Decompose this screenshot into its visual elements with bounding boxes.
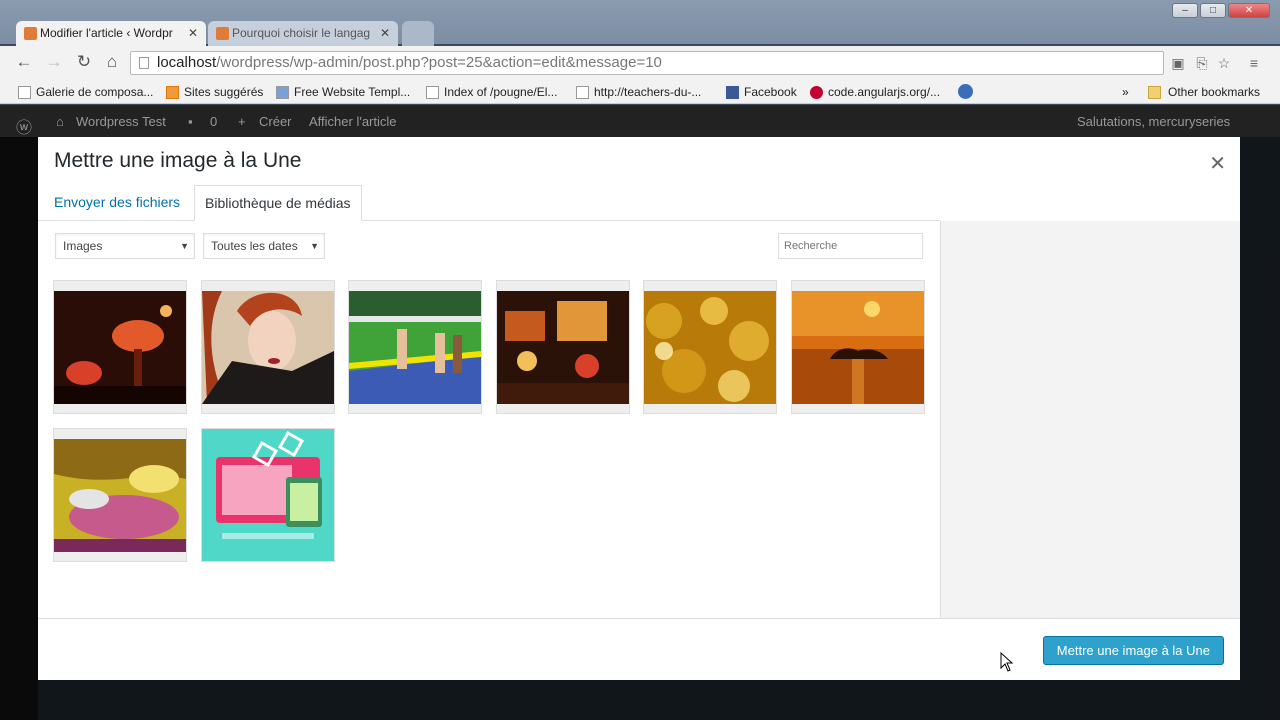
dropdown-arrow-icon: ▼ [310,241,319,251]
media-router: Envoyer des fichiers Bibliothèque de méd… [38,185,940,221]
suggested-sites-icon [166,86,179,99]
site-name[interactable]: Wordpress Test [76,114,166,129]
maximize-button[interactable]: □ [1200,3,1226,18]
thumbnail-image [792,291,924,404]
media-toolbar: Mettre une image à la Une [38,618,1240,680]
comments-icon[interactable]: ▪ [188,114,193,129]
tab-close-icon[interactable]: ✕ [188,21,198,45]
other-bookmarks[interactable]: Other bookmarks [1148,84,1260,100]
bookmark-item[interactable] [958,84,973,103]
page-icon [576,86,589,99]
media-item-abstract-paint[interactable] [54,429,186,561]
tab-pourquoi[interactable]: Pourquoi choisir le langag ✕ [208,21,398,46]
tab-title: Modifier l'article ‹ Wordpr [40,26,173,40]
dropdown-arrow-icon: ▼ [180,241,189,251]
window-controls: – □ ✕ [1172,3,1270,18]
media-item-sunset-island[interactable] [792,281,924,413]
bookmark-item[interactable]: Facebook [726,84,797,100]
facebook-icon [726,86,739,99]
tab-title: Pourquoi choisir le langag [232,26,371,40]
close-icon[interactable]: ✕ [1209,151,1226,176]
bookmark-item[interactable]: Index of /pougne/El... [426,84,557,100]
tab-upload-files[interactable]: Envoyer des fichiers [44,185,190,221]
bookmark-item[interactable]: Galerie de composa... [18,84,153,100]
media-item-lamp-interior[interactable] [54,281,186,413]
view-post-link[interactable]: Afficher l'article [309,114,397,129]
page-icon [426,86,439,99]
extension-icon[interactable]: ▣ [1170,55,1186,71]
plus-icon: + [238,114,246,129]
media-item-golden-bokeh[interactable] [644,281,776,413]
bookmark-item[interactable]: http://teachers-du-... [576,84,701,100]
thumbnail-image [202,291,334,404]
attachment-details-sidebar [940,221,1240,619]
folder-icon [1148,86,1161,99]
reload-icon[interactable]: ↻ [74,52,94,72]
globe-icon [958,84,973,99]
thumbnail-image [497,291,629,404]
site-icon [276,86,289,99]
forward-arrow-icon[interactable]: → [44,52,64,72]
address-bar[interactable]: localhost/wordpress/wp-admin/post.php?po… [130,51,1164,75]
media-item-sprinters-race[interactable] [349,281,481,413]
modal-title: Mettre une image à la Une [54,149,302,172]
page-icon [139,57,149,69]
translate-icon[interactable]: ⎘ [1194,55,1210,71]
home-icon: ⌂ [56,114,64,129]
tab-wordpress-edit[interactable]: Modifier l'article ‹ Wordpr ✕ [16,21,206,46]
media-search-input[interactable] [778,233,923,259]
media-item-woman-portrait[interactable] [202,281,334,413]
new-menu[interactable]: Créer [259,114,292,129]
page-icon [18,86,31,99]
bookmarks-bar: Galerie de composa... Sites suggérés Fre… [0,79,1280,104]
close-window-button[interactable]: ✕ [1228,3,1270,18]
bookmark-item[interactable]: Sites suggérés [166,84,263,100]
angular-icon [810,86,823,99]
bookmark-item[interactable]: code.angularjs.org/... [810,84,940,100]
new-tab-button[interactable] [402,21,434,46]
menu-icon[interactable]: ≡ [1246,55,1262,71]
home-icon[interactable]: ⌂ [102,52,122,72]
tab-close-icon[interactable]: ✕ [380,21,390,45]
wordpress-logo-icon[interactable]: ⓦ [16,114,32,138]
thumbnail-image [349,291,481,404]
media-item-night-market[interactable] [497,281,629,413]
comments-count: 0 [210,114,218,129]
media-modal: Mettre une image à la Une ✕ Envoyer des … [38,137,1240,680]
thumbnail-image [202,429,334,561]
media-type-filter[interactable]: Images ▼ [55,233,195,259]
wordpress-favicon-icon [24,27,37,40]
mouse-cursor-icon [1000,652,1014,672]
thumbnail-image [644,291,776,404]
wp-admin-bar: ⓦ ⌂ Wordpress Test ▪ 0 + Créer Afficher … [0,105,1280,137]
page-favicon-icon [216,27,229,40]
url-host: localhost [157,54,217,71]
tab-media-library[interactable]: Bibliothèque de médias [194,185,362,221]
url-path: /wordpress/wp-admin/post.php?post=25&act… [216,54,662,71]
bookmark-item[interactable]: Free Website Templ... [276,84,410,100]
thumbnail-image [54,291,186,404]
set-featured-image-button[interactable]: Mettre une image à la Une [1042,636,1224,665]
user-greeting[interactable]: Salutations, mercuryseries [1077,114,1230,129]
bookmarks-overflow[interactable]: » [1122,84,1129,100]
back-arrow-icon[interactable]: ← [14,52,34,72]
media-item-web-design-illustration[interactable] [202,429,334,561]
star-icon[interactable]: ☆ [1216,55,1232,71]
browser-toolbar: ← → ↻ ⌂ localhost/wordpress/wp-admin/pos… [0,46,1280,79]
thumbnail-image [54,439,186,552]
date-filter[interactable]: Toutes les dates ▼ [203,233,325,259]
minimize-button[interactable]: – [1172,3,1198,18]
